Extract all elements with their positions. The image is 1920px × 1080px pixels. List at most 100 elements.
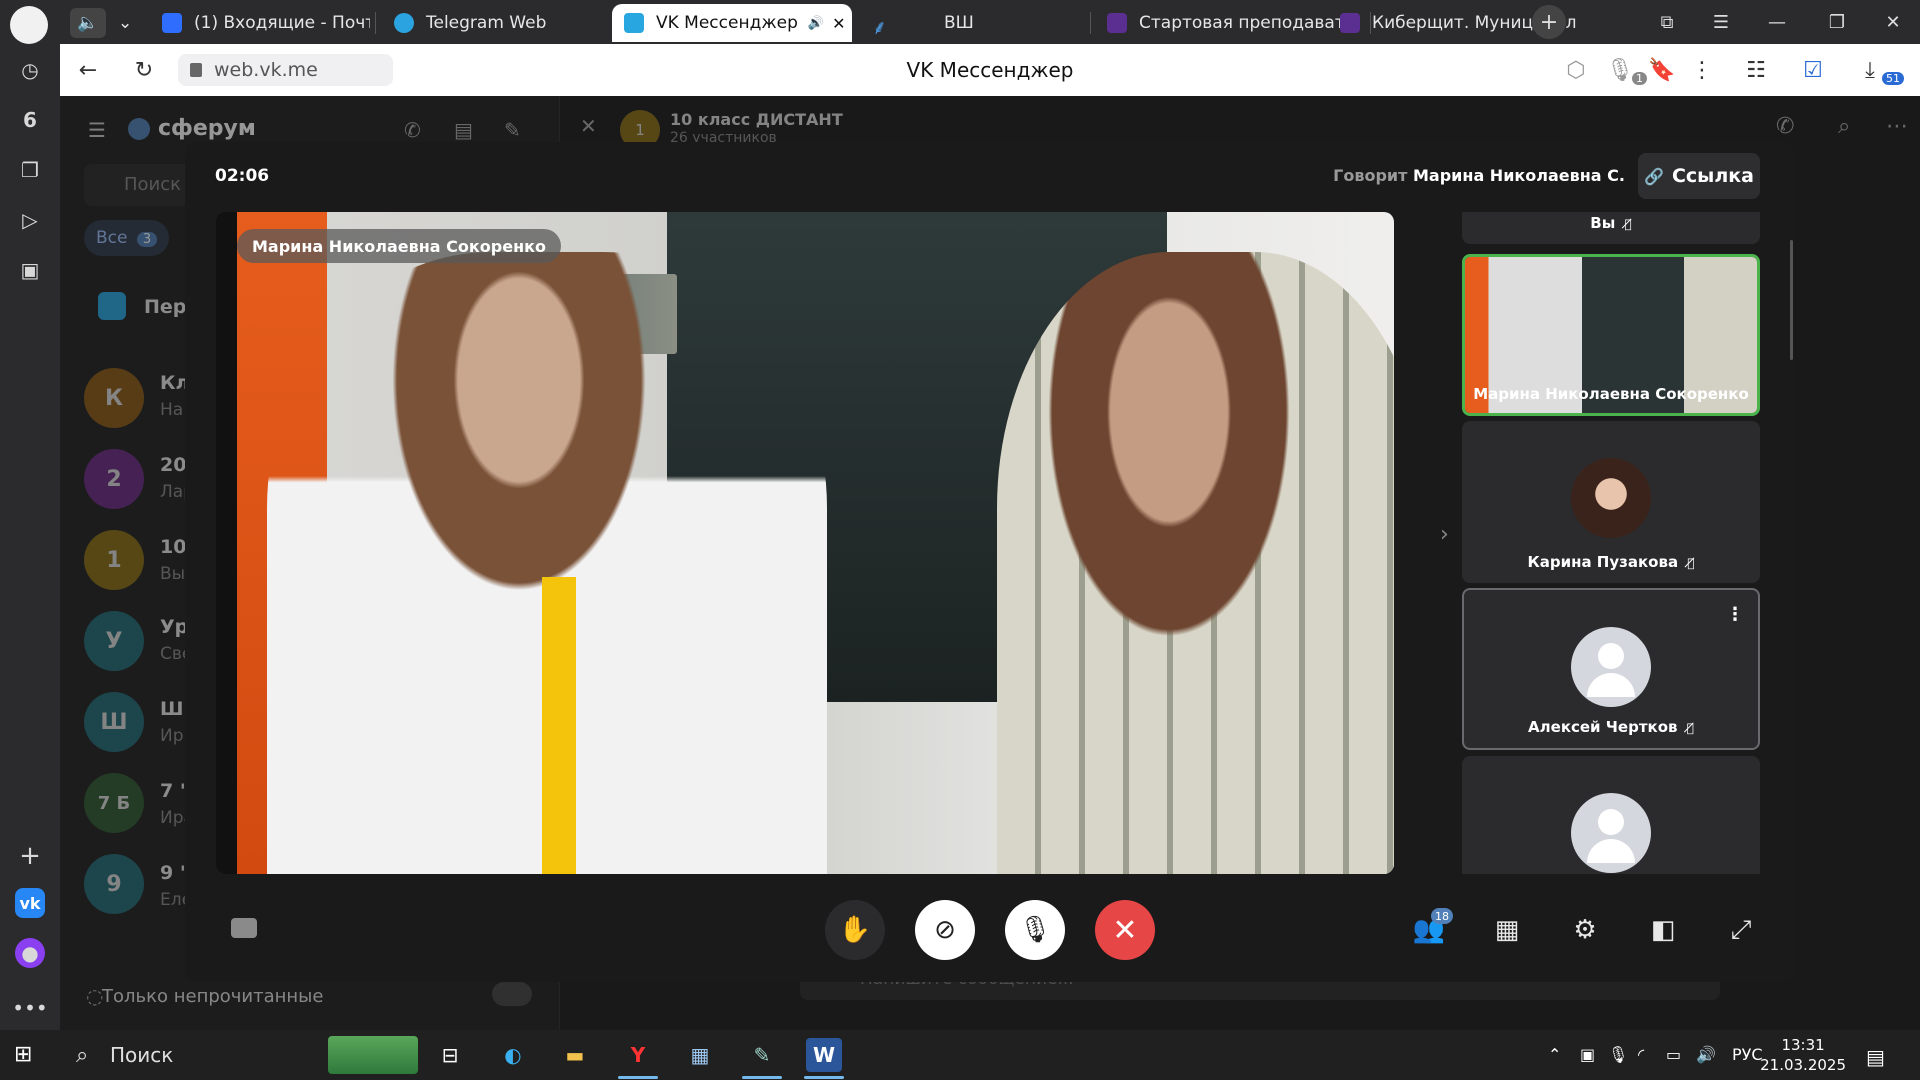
unread-only-toggle[interactable] — [492, 982, 532, 1006]
yandex-browser-icon[interactable]: Y — [620, 1038, 656, 1072]
chat-avatar[interactable]: 2 — [84, 449, 144, 509]
tab-label: VK Мессенджер — [656, 13, 798, 33]
close-window-button[interactable]: ✕ — [1866, 0, 1920, 44]
link-button[interactable]: 🔗 Ссылка — [1638, 153, 1760, 199]
participant-photo — [1571, 458, 1651, 538]
tab-start-teacher[interactable]: Стартовая преподавате — [1095, 4, 1365, 42]
windows-start-icon[interactable]: ⊞ — [14, 1042, 40, 1068]
language-indicator[interactable]: РУС — [1732, 1045, 1763, 1064]
calculator-icon[interactable]: ▦ — [682, 1038, 718, 1072]
notifications-icon[interactable]: ▤ — [1866, 1045, 1885, 1069]
history-icon[interactable]: ◷ — [12, 52, 48, 88]
edge-icon[interactable]: ◐ — [495, 1038, 531, 1072]
filter-all[interactable]: Все 3 — [84, 220, 170, 256]
archive-icon[interactable]: ▤ — [454, 118, 473, 142]
link-icon: 🔗 — [1644, 166, 1664, 186]
downloads-icon[interactable]: ⤓ — [1854, 54, 1886, 86]
tab-vk-messenger[interactable]: VK Мессенджер 🔊 ✕ — [612, 4, 852, 42]
fullscreen-button[interactable]: ⤢ — [1717, 906, 1765, 954]
paint-icon[interactable]: ✎ — [744, 1038, 780, 1072]
word-icon[interactable]: W — [806, 1038, 842, 1072]
tile-participant[interactable] — [1462, 756, 1760, 874]
tray-device-icon[interactable]: ▣ — [1580, 1045, 1595, 1064]
chat-avatar[interactable]: 1 — [84, 530, 144, 590]
tab-mail[interactable]: (1) Входящие - Почта М — [150, 4, 370, 42]
menu-icon[interactable]: ☰ — [1694, 0, 1748, 44]
chat-avatar[interactable]: К — [84, 368, 144, 428]
tile-speaker[interactable]: Марина Николаевна Сокоренко — [1462, 254, 1760, 416]
clock[interactable]: 13:31 21.03.2025 — [1760, 1035, 1846, 1075]
add-icon[interactable]: + — [12, 838, 48, 874]
chat-title[interactable]: 10 — [160, 536, 186, 558]
end-call-button[interactable]: ✕ — [1095, 900, 1155, 960]
tile-participant[interactable]: Карина Пузакова 🎙̸ — [1462, 421, 1760, 583]
extension-icon[interactable]: ⬡ — [1560, 54, 1592, 86]
tile-name: Алексей Чертков — [1528, 718, 1678, 736]
tasks-icon[interactable]: ☑ — [1797, 54, 1829, 86]
more-vertical-icon[interactable]: ⋮ — [1726, 604, 1744, 625]
compose-icon[interactable]: ✎ — [504, 118, 521, 142]
chat-avatar[interactable]: У — [84, 611, 144, 671]
chat-avatar[interactable]: 7 Б — [84, 773, 144, 833]
vk-icon[interactable]: vk — [15, 888, 45, 918]
raise-hand-button[interactable]: ✋ — [825, 900, 885, 960]
tile-participant[interactable]: ⋮ Алексей Чертков 🎙̸ — [1462, 588, 1760, 750]
chat-snippet: На — [160, 400, 184, 420]
video-icon[interactable]: ▷ — [12, 202, 48, 238]
tray-chevron-icon[interactable]: ⌃ — [1548, 1045, 1561, 1064]
more-icon[interactable]: ••• — [12, 990, 48, 1026]
tile-you[interactable]: Вы 🎙̸ — [1462, 212, 1760, 244]
taskbar-search[interactable]: ⌕ Поиск — [60, 1036, 420, 1074]
mic-icon[interactable]: 🎙 — [1604, 54, 1636, 86]
chat-avatar[interactable]: 9 — [84, 854, 144, 914]
screenshot-icon[interactable]: ▣ — [12, 252, 48, 288]
wifi-icon[interactable]: ◜ — [1638, 1045, 1644, 1064]
minimize-call-button[interactable]: ◧ — [1639, 906, 1687, 954]
volume-icon[interactable]: 🔊 — [1696, 1045, 1716, 1064]
grid-view-button[interactable]: ▦ — [1483, 906, 1531, 954]
battery-icon[interactable]: ▭ — [1666, 1045, 1681, 1064]
speaking-label: Говорит — [1333, 166, 1408, 185]
tab-telegram[interactable]: Telegram Web — [382, 4, 602, 42]
menu-icon[interactable]: ☰ — [88, 118, 106, 142]
close-tab-icon[interactable]: ✕ — [832, 14, 845, 33]
more-vertical-icon[interactable]: ⋮ — [1686, 54, 1718, 86]
unread-only-label: Только непрочитанные — [102, 986, 324, 1007]
chevron-right-icon[interactable]: › — [1440, 522, 1449, 547]
file-explorer-icon[interactable]: ▬ — [557, 1038, 593, 1072]
close-chat-icon[interactable]: ✕ — [580, 114, 597, 138]
playing-audio-icon[interactable]: 🔊 — [808, 16, 824, 31]
chat-snippet: Вы — [160, 564, 186, 584]
tray-mic-icon[interactable]: 🎙 — [1608, 1045, 1628, 1064]
settings-button[interactable]: ⚙ — [1561, 906, 1609, 954]
restore-button[interactable]: ❐ — [1810, 0, 1864, 44]
camera-toggle-button[interactable]: ⊘ — [915, 900, 975, 960]
screen-share-icon[interactable] — [231, 918, 257, 938]
alice-icon[interactable]: ● — [15, 938, 45, 968]
speaker-icon[interactable]: 🔈 — [70, 8, 106, 38]
tab-audio-toggle[interactable]: 🔈 ⌄ — [60, 4, 138, 42]
new-tab-button[interactable]: + — [1532, 5, 1566, 39]
sidebar-badge-icon[interactable]: 6 — [12, 102, 48, 138]
profile-avatar[interactable] — [10, 6, 48, 44]
reading-list-icon[interactable]: ☷ — [1740, 54, 1772, 86]
participants-scrollbar[interactable] — [1790, 240, 1793, 360]
collections-icon[interactable]: ❐ — [12, 152, 48, 188]
chevron-down-icon[interactable]: ⌄ — [118, 13, 132, 33]
minimize-button[interactable]: — — [1750, 0, 1804, 44]
chat-header-title[interactable]: 10 класс ДИСТАНТ — [670, 110, 843, 129]
task-view-icon[interactable]: ⊟ — [432, 1038, 468, 1072]
tab-vsh[interactable]: ⸙ ВШ — [860, 4, 1080, 42]
call-icon[interactable]: ✆ — [1776, 114, 1794, 139]
chat-avatar[interactable]: Ш — [84, 692, 144, 752]
main-video[interactable]: Марина Николаевна Сокоренко — [216, 212, 1394, 874]
call-add-icon[interactable]: ✆ — [404, 118, 421, 142]
more-icon[interactable]: ⋯ — [1886, 114, 1908, 139]
bookmark-icon[interactable]: 🔖 — [1646, 54, 1678, 86]
mic-toggle-button[interactable]: 🎙 — [1005, 900, 1065, 960]
tabs-list-icon[interactable]: ⧉ — [1640, 0, 1694, 44]
participants-button[interactable]: 👥 18 — [1405, 906, 1453, 954]
taskbar: ⊞ ⌕ Поиск ⊟ ◐ ▬ Y ▦ ✎ W ⌃ ▣ 🎙 ◜ ▭ 🔊 РУС … — [0, 1030, 1920, 1080]
search-icon[interactable]: ⌕ — [1838, 114, 1850, 139]
speaking-indicator: Говорит Марина Николаевна С. — [1333, 166, 1625, 185]
